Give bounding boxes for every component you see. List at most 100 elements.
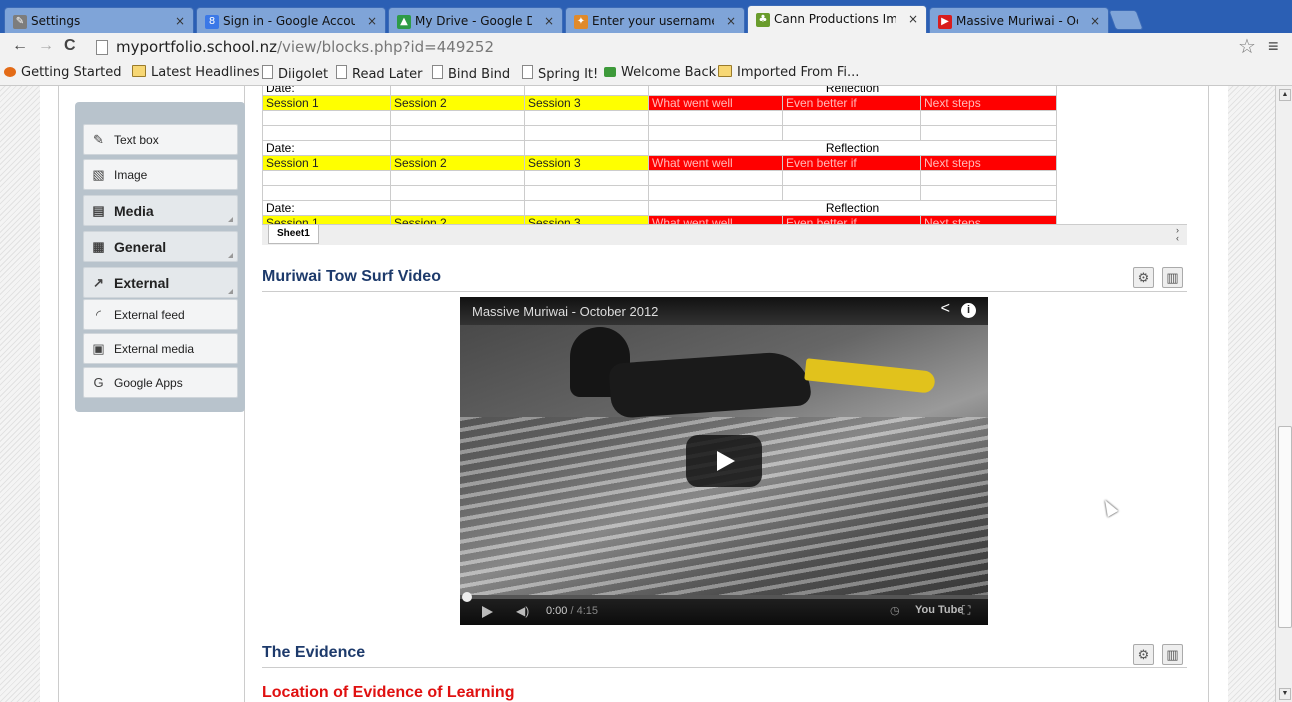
image-icon: ▧ [92, 167, 105, 182]
configure-gear-icon[interactable]: ⚙ [1133, 644, 1154, 665]
sheet-cell: Reflection [648, 86, 1057, 96]
palette-item-image[interactable]: ▧ Image [83, 159, 238, 190]
sheet-tab[interactable]: Sheet1 [268, 225, 319, 244]
video-title: Massive Muriwai - October 2012 [472, 304, 659, 319]
palette-category-media[interactable]: ▤ Media [83, 195, 238, 226]
page-icon [432, 65, 443, 79]
configure-gear-icon[interactable]: ⚙ [1133, 267, 1154, 288]
sheet-cell: Session 1 [262, 95, 391, 111]
info-icon[interactable]: i [961, 303, 976, 318]
close-icon[interactable]: × [726, 14, 736, 28]
sheet-cell: Date: [262, 140, 391, 156]
sheet-cell: Even better if [782, 155, 921, 171]
page-scrollbar[interactable]: ▲ ▼ [1275, 86, 1292, 702]
bookmark-read-later[interactable]: Read Later [336, 65, 422, 82]
progress-knob[interactable] [462, 592, 472, 602]
external-media-icon: ▣ [92, 341, 105, 356]
youtube-logo[interactable]: You Tube [915, 604, 963, 616]
palette-category-external[interactable]: ↗ External [83, 267, 238, 298]
bookmark-welcome-back[interactable]: Welcome Back [604, 65, 716, 80]
back-arrow-icon[interactable]: ← [12, 37, 28, 55]
location-of-evidence-heading: Location of Evidence of Learning [262, 684, 515, 701]
palette-item-external-feed[interactable]: ◜ External feed [83, 299, 238, 330]
layout-divider [1208, 86, 1209, 702]
layout-divider [58, 86, 59, 702]
bookmark-latest-headlines[interactable]: Latest Headlines [132, 65, 260, 80]
film-icon: ▤ [92, 203, 105, 218]
close-icon[interactable]: × [544, 14, 554, 28]
table-row [262, 170, 1057, 186]
tab-settings[interactable]: ✎ Settings × [4, 7, 194, 33]
palette-category-general[interactable]: ▦ General [83, 231, 238, 262]
sheet-cell: Next steps [920, 95, 1057, 111]
right-gutter [1228, 86, 1275, 702]
address-bar[interactable]: myportfolio.school.nz/view/blocks.php?id… [88, 35, 1268, 59]
volume-icon[interactable]: ◀) [516, 604, 529, 618]
scroll-down-arrow-icon[interactable]: ▼ [1279, 688, 1291, 700]
bookmark-getting-started[interactable]: Getting Started [4, 65, 122, 80]
sheet-scroll-arrows-icon[interactable]: › ‹ [1176, 226, 1179, 243]
play-button[interactable] [686, 435, 762, 487]
firefox-icon [4, 67, 16, 77]
table-row: Date: Reflection [262, 200, 1057, 216]
bookmark-diigolet[interactable]: Diigolet [262, 65, 328, 82]
drive-icon: ▲ [397, 15, 411, 29]
close-icon[interactable]: × [1090, 14, 1100, 28]
palette-item-text-box[interactable]: ✎ Text box [83, 124, 238, 155]
delete-trash-icon[interactable]: ▥ [1162, 267, 1183, 288]
tab-cann-productions[interactable]: ♣ Cann Productions Impact × [747, 5, 927, 33]
sheet-cell: Session 3 [524, 155, 649, 171]
video-progress-bar[interactable] [460, 592, 988, 602]
tab-enter-username[interactable]: ✦ Enter your username and × [565, 7, 745, 33]
page-icon [96, 40, 108, 55]
left-gutter [0, 86, 40, 702]
sheet-cell: Next steps [920, 155, 1057, 171]
close-icon[interactable]: × [367, 14, 377, 28]
forward-arrow-icon[interactable]: → [38, 37, 54, 55]
fullscreen-icon[interactable]: ⛶ [962, 603, 970, 618]
palette-item-external-media[interactable]: ▣ External media [83, 333, 238, 364]
mouse-cursor-icon [1099, 497, 1119, 517]
feather-icon: ✦ [574, 15, 588, 29]
sheet-cell: Reflection [648, 140, 1057, 156]
video-time: 0:00 / 4:15 [546, 605, 599, 617]
new-tab-button[interactable] [1108, 10, 1144, 30]
reload-icon[interactable]: C [64, 37, 76, 55]
watch-later-clock-icon[interactable]: ◷ [890, 604, 900, 617]
page-icon [262, 65, 273, 79]
menu-icon[interactable]: ≡ [1268, 36, 1279, 57]
scroll-up-arrow-icon[interactable]: ▲ [1279, 89, 1291, 101]
spreadsheet-table: Date: Reflection Session 1 Session 2 Sessio… [262, 86, 1057, 231]
page-icon [522, 65, 533, 79]
bookmarks-bar: Getting Started Latest Headlines Diigole… [0, 61, 1292, 86]
tab-google-accounts[interactable]: 8 Sign in - Google Accounts × [196, 7, 386, 33]
play-icon[interactable] [482, 606, 493, 618]
delete-trash-icon[interactable]: ▥ [1162, 644, 1183, 665]
tab-google-drive[interactable]: ▲ My Drive - Google Drive × [388, 7, 563, 33]
google-icon: 8 [205, 15, 219, 29]
scrollbar-thumb[interactable] [1278, 426, 1292, 628]
close-icon[interactable]: × [175, 14, 185, 28]
folder-icon [718, 65, 732, 77]
tab-massive-muriwai[interactable]: ▶ Massive Muriwai - Octobe × [929, 7, 1109, 33]
bookmark-spring-it[interactable]: Spring It! [522, 65, 598, 82]
close-icon[interactable]: × [908, 12, 918, 26]
bookmark-imported[interactable]: Imported From Fi... [718, 65, 859, 80]
block-divider [262, 291, 1187, 292]
spreadsheet-embed[interactable]: Date: Reflection Session 1 Session 2 Sessio… [262, 86, 1187, 246]
table-row: Date: Reflection [262, 140, 1057, 156]
youtube-video-player[interactable]: Massive Muriwai - October 2012 < i ◀) 0:… [460, 297, 988, 625]
browser-toolbar: ← → C myportfolio.school.nz/view/blocks.… [0, 33, 1292, 61]
expand-corner-icon [228, 289, 233, 294]
share-icon[interactable]: < [941, 300, 950, 318]
bookmark-bind-bind[interactable]: Bind Bind [432, 65, 510, 82]
list-icon: ▦ [92, 239, 105, 254]
video-controls: ◀) 0:00 / 4:15 ◷ You Tube ⛶ [460, 592, 988, 625]
bookmark-star-icon[interactable]: ☆ [1238, 34, 1256, 59]
table-row: Session 1 Session 2 Session 3 What went wel… [262, 155, 1057, 171]
rss-icon: ◜ [95, 307, 102, 322]
sheet-cell: Session 3 [524, 95, 649, 111]
browser-tab-strip: ✎ Settings × 8 Sign in - Google Accounts… [0, 0, 1292, 33]
palette-item-google-apps[interactable]: G Google Apps [83, 367, 238, 398]
video-title-bar[interactable]: Massive Muriwai - October 2012 < i [460, 297, 988, 325]
